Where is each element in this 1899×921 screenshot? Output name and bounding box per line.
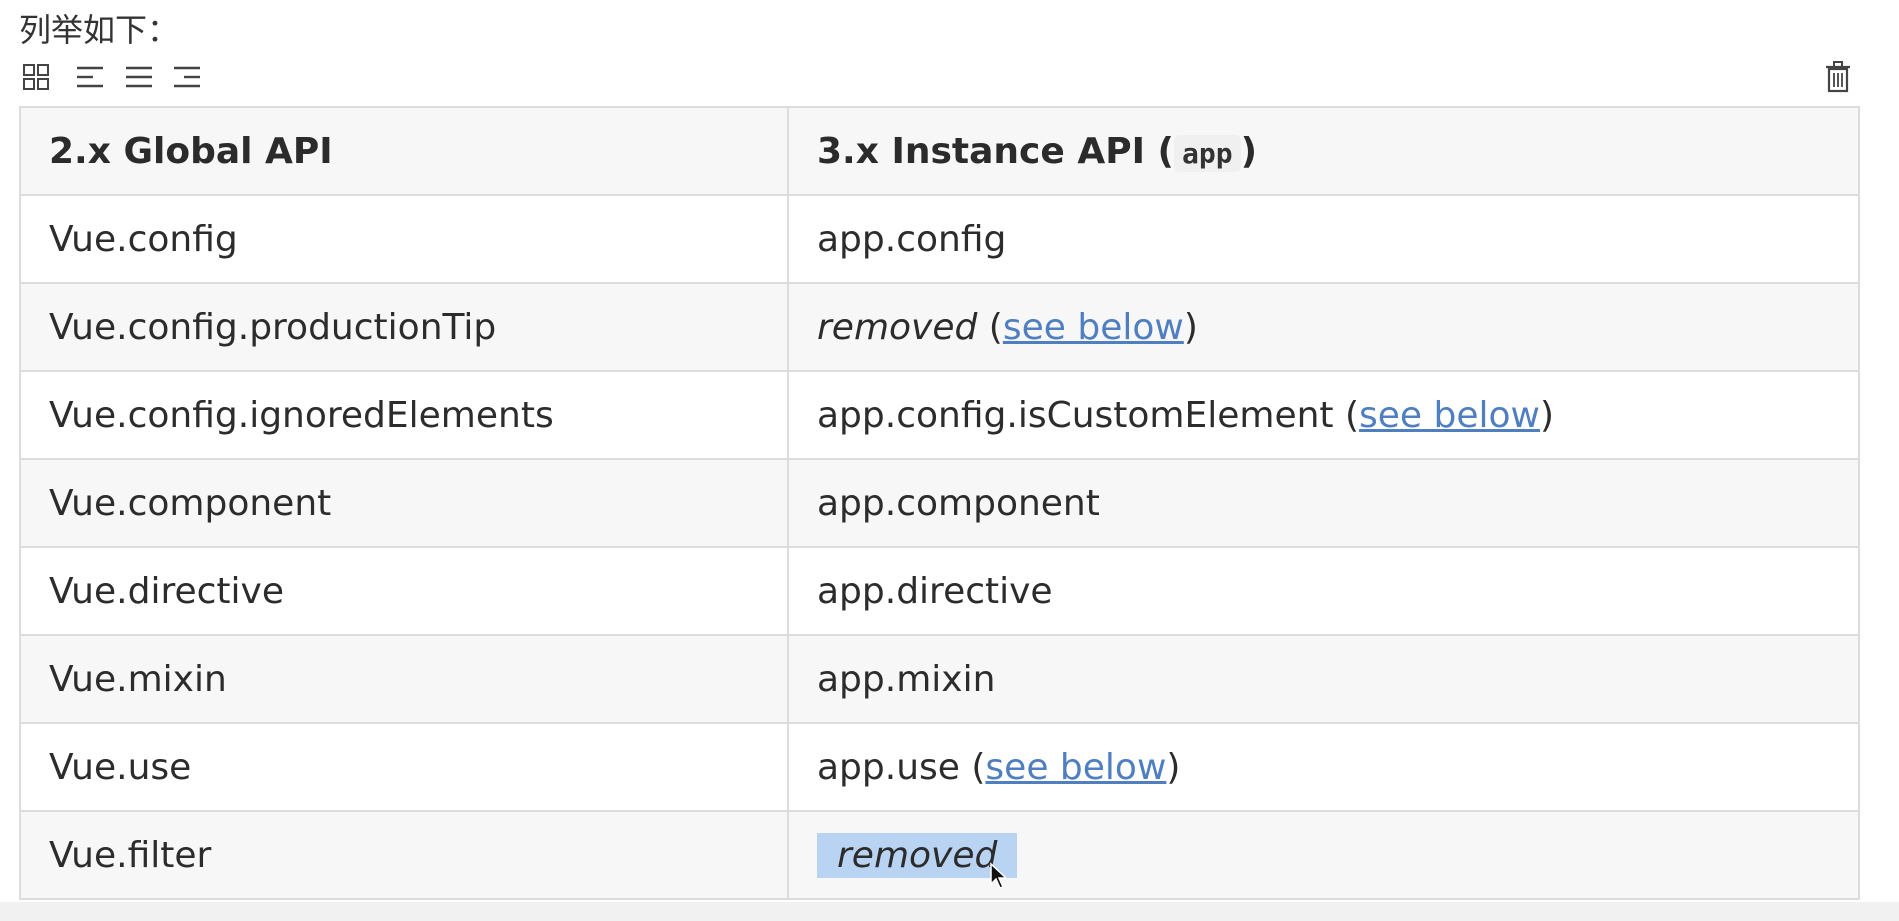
header-cell-instance-api[interactable]: 3.x Instance API (app)	[787, 108, 1858, 196]
cell-global-api[interactable]: Vue.mixin	[21, 634, 789, 724]
table-row: Vue.component app.component	[21, 458, 1858, 548]
cell-text: app.config	[817, 218, 1007, 260]
cell-global-api[interactable]: Vue.filter	[21, 810, 789, 898]
cell-text: app.directive	[817, 570, 1053, 612]
paren-close: )	[1166, 746, 1181, 788]
table-row: Vue.config.ignoredElements app.config.is…	[21, 370, 1858, 460]
cell-instance-api[interactable]: removed	[787, 810, 1858, 898]
cell-global-api[interactable]: Vue.config.ignoredElements	[21, 370, 789, 460]
table-row: Vue.config app.config	[21, 194, 1858, 284]
header-instance-api-suffix: )	[1240, 130, 1258, 172]
paren-close: )	[1183, 306, 1198, 348]
cell-text: Vue.config	[49, 218, 238, 260]
header-code-app: app	[1173, 134, 1241, 172]
align-right-icon[interactable]	[170, 60, 204, 94]
cell-text: Vue.component	[49, 482, 332, 524]
cell-instance-api[interactable]: app.mixin	[787, 634, 1858, 724]
see-below-link[interactable]: see below	[985, 747, 1166, 788]
cell-global-api[interactable]: Vue.use	[21, 722, 789, 812]
mouse-cursor-icon	[990, 861, 1009, 889]
intro-text: 列举如下：	[19, 11, 180, 49]
cell-text: Vue.config.productionTip	[49, 306, 497, 348]
bottom-edge	[0, 902, 1899, 921]
cell-text: app.mixin	[817, 658, 996, 700]
cell-text: Vue.mixin	[49, 658, 227, 700]
cell-global-api[interactable]: Vue.directive	[21, 546, 789, 636]
header-cell-global-api[interactable]: 2.x Global API	[21, 108, 789, 196]
align-left-icon[interactable]	[73, 60, 107, 94]
cell-text: app.component	[817, 482, 1100, 524]
api-table: 2.x Global API 3.x Instance API (app) Vu…	[19, 106, 1860, 900]
cell-text: Vue.config.ignoredElements	[49, 394, 554, 436]
cell-text: Vue.filter	[49, 834, 212, 876]
removed-text: removed	[817, 306, 978, 348]
see-below-link[interactable]: see below	[1003, 307, 1184, 348]
trash-icon[interactable]	[1821, 60, 1855, 94]
cell-global-api[interactable]: Vue.config	[21, 194, 789, 284]
table-row: Vue.config.productionTip removed (see be…	[21, 282, 1858, 372]
selected-text[interactable]: removed	[817, 832, 1018, 889]
cell-text: app.config.isCustomElement (	[817, 394, 1360, 436]
cell-text: Vue.directive	[49, 570, 284, 612]
align-center-icon[interactable]	[122, 60, 156, 94]
cell-instance-api[interactable]: app.config	[787, 194, 1858, 284]
cell-text: Vue.use	[49, 746, 192, 788]
cell-instance-api[interactable]: removed (see below)	[787, 282, 1858, 372]
paren-open: (	[977, 306, 1003, 348]
cell-global-api[interactable]: Vue.component	[21, 458, 789, 548]
cell-instance-api[interactable]: app.config.isCustomElement (see below)	[787, 370, 1858, 460]
table-row: Vue.filter removed	[21, 810, 1858, 898]
table-row: Vue.directive app.directive	[21, 546, 1858, 636]
cell-global-api[interactable]: Vue.config.productionTip	[21, 282, 789, 372]
cell-instance-api[interactable]: app.component	[787, 458, 1858, 548]
cell-text: app.use (	[817, 746, 986, 788]
removed-text: removed	[837, 834, 998, 876]
cell-instance-api[interactable]: app.directive	[787, 546, 1858, 636]
cell-instance-api[interactable]: app.use (see below)	[787, 722, 1858, 812]
paren-close: )	[1540, 394, 1555, 436]
see-below-link[interactable]: see below	[1359, 395, 1540, 436]
grid-icon[interactable]	[19, 60, 53, 94]
table-row: Vue.mixin app.mixin	[21, 634, 1858, 724]
table-toolbar	[19, 60, 1855, 100]
header-global-api: 2.x Global API	[49, 130, 333, 172]
table-row: Vue.use app.use (see below)	[21, 722, 1858, 812]
header-instance-api-prefix: 3.x Instance API (	[817, 130, 1174, 172]
